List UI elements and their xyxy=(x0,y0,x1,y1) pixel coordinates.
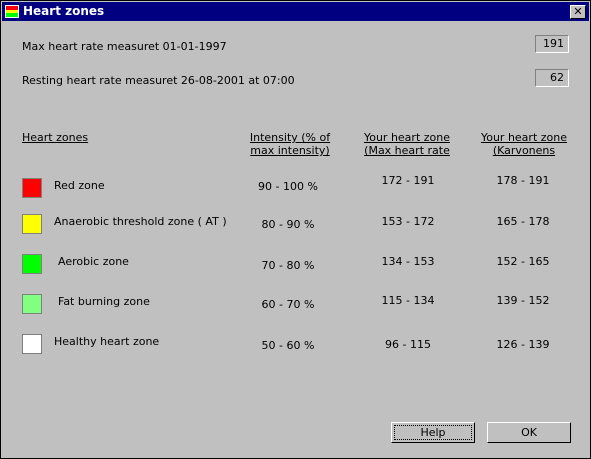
zone-name: Fat burning zone xyxy=(58,295,150,308)
max-heart-rate-label: Max heart rate measuret 01-01-1997 xyxy=(22,40,227,53)
zone-karvonen: 165 - 178 xyxy=(496,215,550,228)
zone-intensity: 70 - 80 % xyxy=(261,259,315,272)
zone-name: Red zone xyxy=(54,179,105,192)
zone-max-hr: 115 - 134 xyxy=(381,294,435,307)
zone-karvonen: 178 - 191 xyxy=(496,174,550,187)
light-green-zone-swatch xyxy=(22,294,42,314)
table-row: Red zone 90 - 100 % 172 - 191 178 - 191 xyxy=(1,174,590,199)
white-zone-swatch xyxy=(22,334,42,354)
app-icon-green-stripe xyxy=(6,13,18,17)
table-row: Anaerobic threshold zone ( AT ) 80 - 90 … xyxy=(1,213,590,235)
zone-karvonen: 152 - 165 xyxy=(496,255,550,268)
karvonen-zone-header: Your heart zone (Karvonens xyxy=(480,131,568,157)
help-button[interactable]: Help xyxy=(391,422,475,443)
green-zone-swatch xyxy=(22,254,42,274)
app-icon xyxy=(5,5,19,18)
zone-max-hr: 172 - 191 xyxy=(381,174,435,187)
title-bar: Heart zones ✕ xyxy=(2,2,589,21)
zone-max-hr: 153 - 172 xyxy=(381,215,435,228)
close-icon: ✕ xyxy=(573,5,583,18)
zone-intensity: 60 - 70 % xyxy=(261,298,315,311)
intensity-header: Intensity (% of max intensity) xyxy=(249,131,331,157)
ok-button[interactable]: OK xyxy=(487,422,571,443)
zone-karvonen: 139 - 152 xyxy=(496,294,550,307)
table-row: Aerobic zone 70 - 80 % 134 - 153 152 - 1… xyxy=(1,253,590,275)
resting-heart-rate-value: 62 xyxy=(535,69,569,87)
zone-intensity: 50 - 60 % xyxy=(261,339,315,352)
zone-name: Anaerobic threshold zone ( AT ) xyxy=(54,215,227,228)
max-heart-rate-value: 191 xyxy=(535,35,569,53)
heart-zones-header: Heart zones xyxy=(22,131,89,144)
zone-intensity: 90 - 100 % xyxy=(258,180,318,193)
zone-name: Aerobic zone xyxy=(58,255,129,268)
table-row: Healthy heart zone 50 - 60 % 96 - 115 12… xyxy=(1,333,590,355)
zone-max-hr: 96 - 115 xyxy=(385,338,431,351)
zone-karvonen: 126 - 139 xyxy=(496,338,550,351)
resting-heart-rate-label: Resting heart rate measuret 26-08-2001 a… xyxy=(22,74,295,87)
close-button[interactable]: ✕ xyxy=(570,5,586,19)
red-zone-swatch xyxy=(22,178,42,198)
zone-intensity: 80 - 90 % xyxy=(261,218,315,231)
zone-name: Healthy heart zone xyxy=(54,335,160,348)
window-title: Heart zones xyxy=(23,4,105,18)
yellow-zone-swatch xyxy=(22,214,42,234)
max-hr-zone-header: Your heart zone (Max heart rate xyxy=(363,131,451,157)
zone-max-hr: 134 - 153 xyxy=(381,255,435,268)
table-row: Fat burning zone 60 - 70 % 115 - 134 139… xyxy=(1,293,590,315)
heart-zones-dialog: Heart zones ✕ Max heart rate measuret 01… xyxy=(0,0,591,459)
